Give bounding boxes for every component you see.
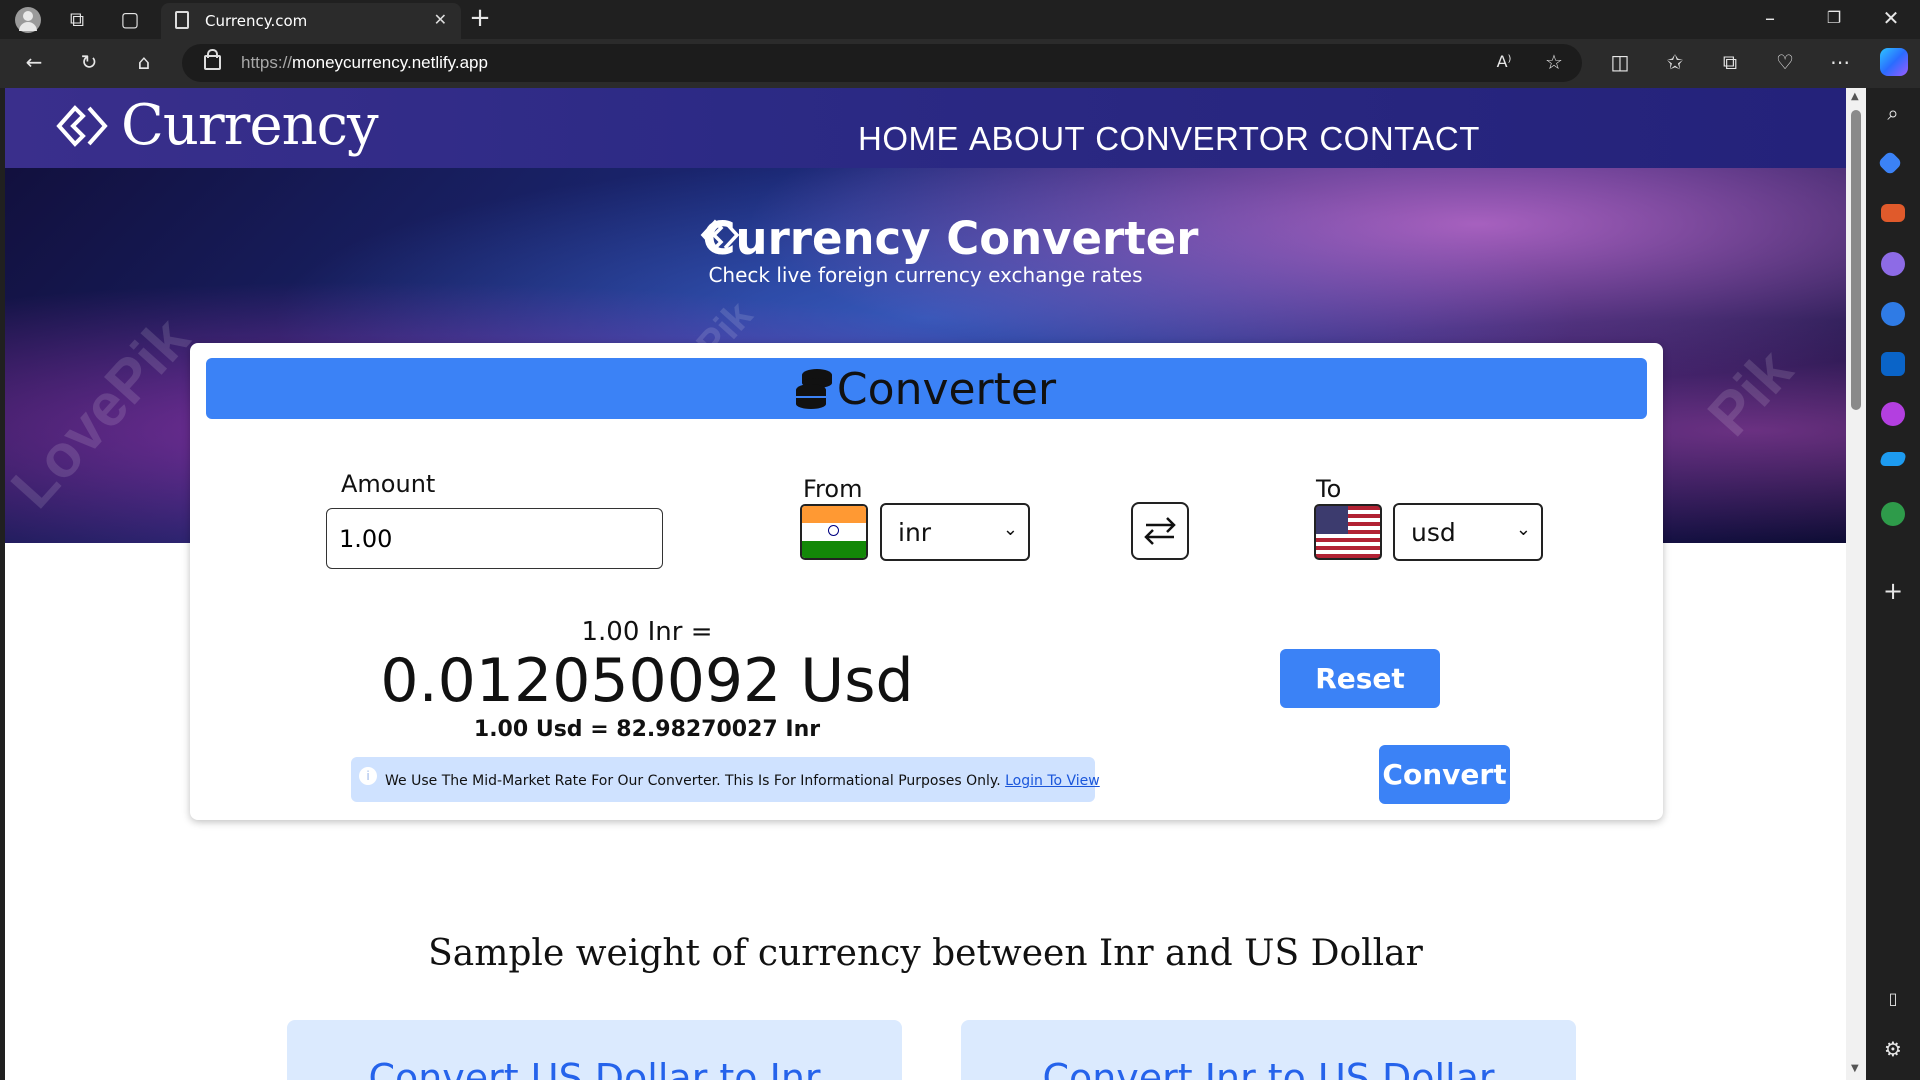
note-message: We Use The Mid-Market Rate For Our Conve… bbox=[385, 773, 1001, 789]
vertical-tabs-icon[interactable]: ▢ bbox=[116, 8, 144, 32]
scroll-down-arrow-icon[interactable]: ▼ bbox=[1851, 1063, 1859, 1074]
convert-usd-to-inr-card[interactable]: Convert US Dollar to Inr bbox=[287, 1020, 902, 1080]
add-sidebar-icon[interactable]: + bbox=[1879, 579, 1907, 604]
home-icon[interactable]: ⌂ bbox=[130, 51, 158, 75]
to-currency-value: usd bbox=[1411, 518, 1456, 547]
chevron-down-icon: ⌄ bbox=[1515, 519, 1531, 540]
hero-title: Currency Converter bbox=[702, 212, 1199, 265]
browser-tab-bar: ⧉ ▢ Currency.com ✕ + – ❐ ✕ bbox=[0, 0, 1920, 39]
url-scheme: https:// bbox=[241, 53, 293, 72]
outlook-icon[interactable] bbox=[1881, 352, 1905, 376]
result-from-text: 1.00 Inr = bbox=[581, 617, 713, 647]
close-window-icon[interactable]: ✕ bbox=[1877, 7, 1905, 31]
reset-button[interactable]: Reset bbox=[1280, 649, 1440, 708]
site-logo[interactable]: Currency bbox=[121, 93, 379, 158]
page-icon bbox=[175, 11, 189, 29]
profile-avatar-icon[interactable] bbox=[15, 7, 41, 33]
tab-title: Currency.com bbox=[205, 12, 308, 30]
from-currency-value: inr bbox=[898, 518, 932, 547]
convert-button[interactable]: Convert bbox=[1379, 745, 1510, 804]
info-note: i We Use The Mid-Market Rate For Our Con… bbox=[351, 757, 1100, 802]
designer-icon[interactable] bbox=[1881, 402, 1905, 426]
nav-links: HOME ABOUT CONVERTOR CONTACT bbox=[858, 120, 1490, 158]
nav-contact-link[interactable]: CONTACT bbox=[1319, 120, 1480, 157]
usa-flag-icon bbox=[1314, 504, 1382, 560]
new-tab-icon[interactable]: + bbox=[466, 5, 494, 31]
tree-icon[interactable] bbox=[1881, 502, 1905, 526]
close-tab-icon[interactable]: ✕ bbox=[434, 10, 447, 29]
url-text: https://moneycurrency.netlify.app bbox=[241, 53, 488, 73]
info-icon: i bbox=[359, 767, 377, 785]
restore-icon[interactable]: ❐ bbox=[1820, 7, 1848, 31]
swap-arrows-icon bbox=[1144, 517, 1176, 545]
copilot-icon[interactable] bbox=[1880, 48, 1908, 76]
edge-sidebar: ⌕ + ▯ ⚙ bbox=[1866, 88, 1920, 1080]
from-label: From bbox=[803, 475, 863, 503]
logo-icon bbox=[56, 105, 108, 147]
workspaces-icon[interactable]: ⧉ bbox=[63, 8, 91, 32]
result-value: 0.012050092 Usd bbox=[380, 646, 914, 716]
send-icon[interactable] bbox=[1879, 452, 1907, 466]
split-screen-icon[interactable]: ◫ bbox=[1606, 51, 1634, 75]
games-icon[interactable] bbox=[1881, 252, 1905, 276]
amount-label: Amount bbox=[341, 470, 436, 498]
hide-sidebar-icon[interactable]: ▯ bbox=[1879, 988, 1907, 1012]
note-text: We Use The Mid-Market Rate For Our Conve… bbox=[385, 773, 1100, 789]
tools-icon[interactable] bbox=[1881, 204, 1905, 222]
favorites-icon[interactable]: ✩ bbox=[1661, 51, 1689, 75]
to-currency-select[interactable]: usd ⌄ bbox=[1393, 503, 1543, 561]
refresh-icon[interactable]: ↻ bbox=[75, 51, 103, 75]
nav-about-link[interactable]: ABOUT bbox=[969, 120, 1085, 157]
page-viewport: Currency HOME ABOUT CONVERTOR CONTACT LoveP… bbox=[5, 88, 1846, 1080]
swap-currencies-button[interactable] bbox=[1131, 502, 1189, 560]
favorite-star-icon[interactable]: ☆ bbox=[1540, 51, 1568, 75]
card-title: Convert US Dollar to Inr bbox=[368, 1056, 821, 1080]
sample-section-title: Sample weight of currency between Inr an… bbox=[428, 933, 1423, 974]
reverse-rate-text: 1.00 Usd = 82.98270027 Inr bbox=[473, 717, 821, 742]
amount-input[interactable] bbox=[326, 508, 663, 569]
convert-inr-to-usd-card[interactable]: Convert Inr to US Dollar bbox=[961, 1020, 1576, 1080]
lock-shackle bbox=[207, 49, 218, 58]
chevron-down-icon: ⌄ bbox=[1002, 519, 1018, 540]
browser-address-bar: ← ↻ ⌂ https://moneycurrency.netlify.app … bbox=[0, 39, 1920, 88]
login-to-view-link[interactable]: Login To View bbox=[1005, 773, 1100, 789]
nav-convertor-link[interactable]: CONVERTOR bbox=[1095, 120, 1309, 157]
scrollbar-thumb[interactable] bbox=[1851, 110, 1861, 410]
card-title: Convert Inr to US Dollar bbox=[1042, 1056, 1495, 1080]
shopping-icon[interactable] bbox=[1877, 150, 1903, 176]
converter-card: Converter Amount From inr ⌄ To bbox=[190, 343, 1663, 820]
nav-home-link[interactable]: HOME bbox=[858, 120, 959, 157]
hero-subtitle: Check live foreign currency exchange rat… bbox=[708, 263, 1143, 287]
browser-essentials-icon[interactable]: ♡ bbox=[1771, 51, 1799, 75]
page-scrollbar[interactable]: ▲ ▼ bbox=[1846, 88, 1866, 1080]
to-label: To bbox=[1316, 475, 1342, 503]
browser-tab[interactable]: Currency.com ✕ bbox=[161, 3, 461, 39]
scroll-up-arrow-icon[interactable]: ▲ bbox=[1851, 91, 1859, 102]
watermark: Pik bbox=[1695, 336, 1806, 449]
converter-header: Converter bbox=[206, 358, 1647, 419]
url-field[interactable]: https://moneycurrency.netlify.app A⁾ ☆ bbox=[182, 44, 1582, 82]
read-aloud-icon[interactable]: A⁾ bbox=[1490, 51, 1518, 75]
minimize-icon[interactable]: – bbox=[1756, 7, 1784, 31]
converter-title: Converter bbox=[836, 364, 1057, 415]
copilot-sidebar-icon[interactable] bbox=[1881, 302, 1905, 326]
from-currency-select[interactable]: inr ⌄ bbox=[880, 503, 1030, 561]
search-icon[interactable]: ⌕ bbox=[1879, 102, 1907, 126]
settings-gear-icon[interactable]: ⚙ bbox=[1879, 1038, 1907, 1062]
site-navbar: Currency HOME ABOUT CONVERTOR CONTACT bbox=[5, 88, 1846, 168]
more-menu-icon[interactable]: ⋯ bbox=[1826, 51, 1854, 75]
watermark: LovePik bbox=[5, 304, 202, 521]
collections-icon[interactable]: ⧉ bbox=[1716, 51, 1744, 75]
back-icon[interactable]: ← bbox=[20, 51, 48, 75]
url-host: moneycurrency.netlify.app bbox=[292, 53, 488, 72]
india-flag-icon bbox=[800, 504, 868, 560]
